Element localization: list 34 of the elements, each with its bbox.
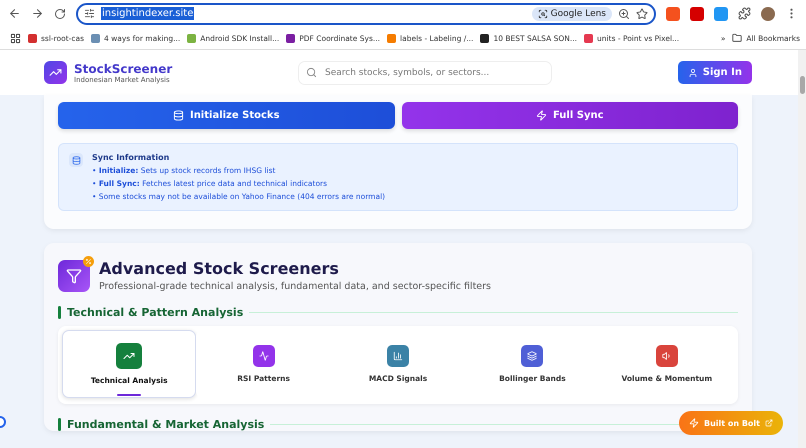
- extension-icon[interactable]: [714, 6, 728, 21]
- database-icon: [172, 110, 184, 121]
- group-heading: Fundamental & Market Analysis: [67, 418, 264, 431]
- site-settings-icon[interactable]: [84, 8, 95, 20]
- brand-name[interactable]: StockScreener: [74, 62, 172, 76]
- extension-icon[interactable]: [690, 6, 704, 21]
- trend-logo-icon: [44, 61, 67, 84]
- extensions-icon[interactable]: [738, 7, 751, 20]
- section-subtitle: Professional-grade technical analysis, fundamental data, and sector-specific filters: [99, 281, 491, 292]
- bookmark-star-icon[interactable]: [636, 8, 648, 20]
- scrollbar[interactable]: [798, 50, 806, 448]
- lightning-icon: [536, 110, 547, 121]
- lens-icon: [538, 8, 548, 19]
- address-bar[interactable]: insightindexer.site Google Lens: [76, 2, 656, 25]
- apps-icon[interactable]: [10, 32, 21, 44]
- user-icon: [688, 68, 698, 78]
- full-sync-button[interactable]: Full Sync: [402, 102, 738, 129]
- initialize-button[interactable]: Initialize Stocks: [58, 102, 394, 129]
- google-lens-button[interactable]: Google Lens: [532, 6, 612, 21]
- info-title: Sync Information: [92, 153, 170, 162]
- folder-icon: [732, 33, 742, 44]
- back-icon[interactable]: [8, 7, 21, 20]
- zoom-icon[interactable]: [618, 8, 630, 20]
- profile-avatar[interactable]: [761, 6, 775, 21]
- section-title: Advanced Stock Screeners: [99, 259, 340, 278]
- search-field[interactable]: Search stocks, symbols, or sectors...: [298, 60, 552, 84]
- extension-icon[interactable]: [666, 6, 680, 21]
- url-text: insightindexer.site: [101, 7, 194, 20]
- reload-icon[interactable]: [54, 8, 66, 20]
- database-icon: [69, 153, 83, 167]
- sign-in-button[interactable]: Sign In: [678, 61, 752, 84]
- group-heading: Technical & Pattern Analysis: [67, 306, 244, 319]
- search-icon: [306, 66, 318, 78]
- forward-icon[interactable]: [31, 7, 44, 20]
